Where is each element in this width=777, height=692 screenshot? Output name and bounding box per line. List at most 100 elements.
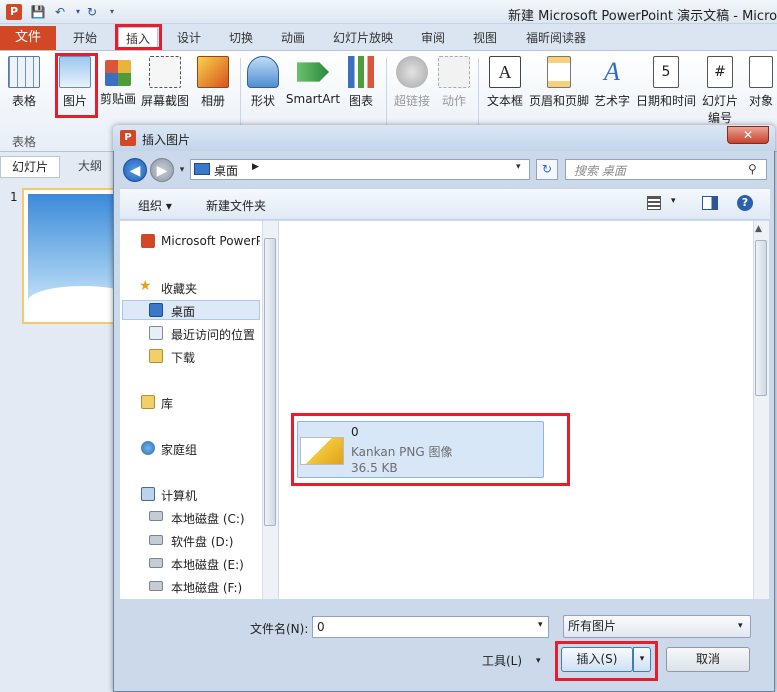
- clipart-button[interactable]: 剪贴画: [98, 56, 138, 107]
- clipart-icon: [105, 60, 131, 86]
- album-icon: [197, 56, 229, 88]
- shapes-label: 形状: [250, 94, 275, 108]
- powerpoint-icon: P: [120, 130, 136, 146]
- nav-item-homegroup[interactable]: 家庭组: [161, 441, 197, 458]
- nav-item-library[interactable]: 库: [161, 395, 173, 412]
- file-item-highlight: [291, 413, 570, 486]
- table-button[interactable]: 表格: [6, 56, 42, 109]
- address-bar[interactable]: [190, 159, 530, 180]
- nav-item-favorites[interactable]: 收藏夹: [161, 280, 197, 297]
- filetype-select[interactable]: 所有图片: [563, 615, 751, 638]
- dialog-title: 插入图片: [142, 133, 191, 147]
- scroll-up-icon[interactable]: ▲: [755, 224, 762, 234]
- view-dropdown-icon[interactable]: ▾: [671, 196, 676, 206]
- refresh-button[interactable]: ↻: [536, 159, 558, 180]
- address-dropdown-icon[interactable]: ▾: [516, 162, 521, 172]
- search-icon[interactable]: ⚲: [748, 162, 757, 176]
- view-options-icon[interactable]: [647, 196, 661, 210]
- recent-places-icon: [149, 326, 163, 340]
- shapes-button[interactable]: 形状: [246, 56, 280, 109]
- object-label: 对象: [748, 94, 773, 108]
- filetype-dropdown-icon[interactable]: ▾: [738, 621, 743, 631]
- nav-item-drive-f[interactable]: 本地磁盘 (F:): [171, 579, 242, 596]
- album-button[interactable]: 相册: [196, 56, 230, 109]
- nav-scrollbar-thumb[interactable]: [264, 238, 276, 526]
- smartart-icon: [297, 62, 329, 82]
- drive-icon: [149, 558, 163, 568]
- nav-item-desktop[interactable]: 桌面: [171, 303, 195, 320]
- redo-icon[interactable]: ↻: [84, 4, 100, 20]
- insert-button-highlight: [555, 641, 658, 681]
- back-button[interactable]: ◀: [123, 158, 147, 182]
- powerpoint-app-icon[interactable]: P: [6, 4, 22, 20]
- screenshot-button[interactable]: 屏幕截图: [140, 56, 190, 109]
- nav-item-downloads[interactable]: 下载: [171, 349, 195, 366]
- slide-thumbnail[interactable]: [22, 188, 138, 324]
- nav-item-recent[interactable]: 最近访问的位置: [171, 326, 255, 343]
- datetime-button[interactable]: 5 日期和时间: [634, 56, 698, 109]
- action-icon: [438, 56, 470, 88]
- tab-animations[interactable]: 动画: [272, 27, 314, 49]
- tab-design[interactable]: 设计: [168, 27, 210, 49]
- undo-icon[interactable]: ↶: [52, 4, 68, 20]
- close-button[interactable]: ✕: [727, 126, 769, 144]
- textbox-icon: A: [489, 56, 521, 88]
- wordart-button[interactable]: A 艺术字: [592, 56, 632, 109]
- header-footer-button[interactable]: 页眉和页脚: [528, 56, 590, 109]
- preview-pane-icon[interactable]: [702, 196, 718, 210]
- slide-number-button[interactable]: # 幻灯片 编号: [700, 56, 740, 126]
- slide-number-icon: #: [707, 56, 733, 88]
- new-folder-button[interactable]: 新建文件夹: [206, 197, 266, 214]
- tab-file[interactable]: 文件: [0, 26, 56, 50]
- tab-transitions[interactable]: 切换: [220, 27, 262, 49]
- customize-qat-icon[interactable]: ▾: [104, 4, 120, 20]
- tab-slides[interactable]: 幻灯片: [0, 156, 60, 178]
- object-icon: [749, 56, 773, 88]
- action-button[interactable]: 动作: [436, 56, 472, 109]
- computer-icon: [141, 487, 155, 501]
- file-scrollbar-thumb[interactable]: [755, 240, 767, 396]
- smartart-button[interactable]: SmartArt: [284, 56, 342, 106]
- hyperlink-button[interactable]: 超链接: [392, 56, 432, 109]
- homegroup-icon: [141, 441, 155, 455]
- tab-slideshow[interactable]: 幻灯片放映: [326, 27, 400, 49]
- nav-item-drive-d[interactable]: 软件盘 (D:): [171, 533, 233, 550]
- save-icon[interactable]: 💾: [30, 4, 46, 20]
- window-title: 新建 Microsoft PowerPoint 演示文稿 - Microso: [508, 9, 777, 24]
- nav-item-computer[interactable]: 计算机: [161, 487, 197, 504]
- desktop-icon: [194, 163, 210, 175]
- nav-item-drive-e[interactable]: 本地磁盘 (E:): [171, 556, 244, 573]
- tab-review[interactable]: 审阅: [412, 27, 454, 49]
- cancel-button[interactable]: 取消: [666, 647, 750, 672]
- breadcrumb-arrow-icon[interactable]: ▶: [252, 162, 259, 172]
- object-button[interactable]: 对象: [744, 56, 777, 109]
- header-footer-label: 页眉和页脚: [528, 94, 589, 108]
- tools-dropdown-icon[interactable]: ▾: [536, 656, 541, 666]
- drive-icon: [149, 535, 163, 545]
- tools-button[interactable]: 工具(L): [482, 652, 522, 669]
- forward-button[interactable]: ▶: [150, 158, 174, 182]
- address-path[interactable]: 桌面: [214, 162, 238, 179]
- file-list-pane: [279, 221, 753, 599]
- header-footer-icon: [547, 56, 571, 88]
- slide-number-label-1: 幻灯片: [701, 94, 738, 108]
- group-label-table: 表格: [12, 135, 37, 149]
- tab-outline[interactable]: 大纲: [66, 156, 114, 178]
- filename-dropdown-icon[interactable]: ▾: [538, 620, 543, 630]
- tab-view[interactable]: 视图: [464, 27, 506, 49]
- nav-item-powerpoint[interactable]: Microsoft PowerP: [161, 234, 260, 248]
- chart-button[interactable]: 图表: [344, 56, 378, 109]
- filename-input[interactable]: 0: [312, 616, 549, 638]
- tab-reader[interactable]: 福昕阅读器: [516, 27, 596, 49]
- textbox-button[interactable]: A 文本框: [484, 56, 526, 109]
- help-icon[interactable]: ?: [737, 195, 753, 211]
- organize-button[interactable]: 组织 ▾: [138, 197, 172, 214]
- drive-icon: [149, 581, 163, 591]
- clipart-label: 剪贴画: [99, 92, 136, 106]
- filename-label: 文件名(N):: [250, 622, 309, 636]
- tab-home[interactable]: 开始: [62, 27, 108, 49]
- downloads-icon: [149, 349, 163, 363]
- wordart-label: 艺术字: [593, 94, 630, 108]
- recent-pages-dropdown-icon[interactable]: ▾: [176, 162, 188, 178]
- nav-item-drive-c[interactable]: 本地磁盘 (C:): [171, 510, 245, 527]
